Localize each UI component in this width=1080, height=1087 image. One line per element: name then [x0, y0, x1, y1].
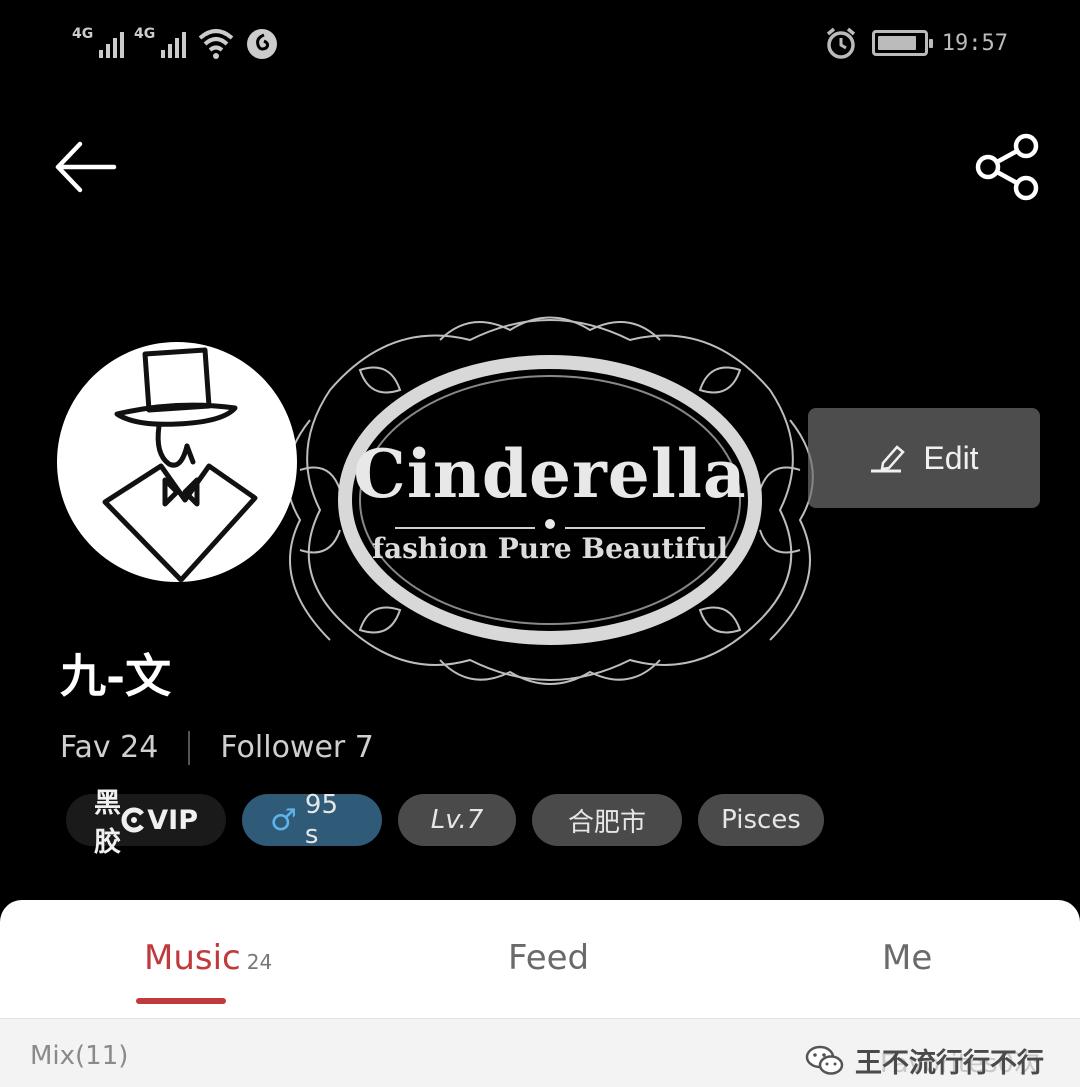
vip-mark: VIP: [121, 805, 198, 836]
gender-age-tag: ♂ 95 s: [242, 790, 382, 850]
profile-tags: 黑胶 VIP ♂ 95 s Lv.7 合肥市 Pisces: [66, 788, 824, 858]
wechat-icon: [805, 1045, 844, 1075]
pencil-icon: [871, 445, 906, 473]
banner-subtitle: fashion Pure Beautiful: [371, 532, 729, 565]
signal-2-label: 4G: [134, 26, 156, 42]
status-bar: 4G 4G 19:57: [0, 0, 1080, 90]
gentleman-hat-icon: [102, 347, 258, 582]
playlist-bar: Mix(11) Favorites0次 王不流行行不行: [0, 1018, 1080, 1087]
tab-music[interactable]: Music 24: [144, 938, 272, 978]
signal-bars-icon: [99, 32, 124, 58]
battery-icon: [871, 30, 933, 56]
fav-count[interactable]: Fav 24: [60, 730, 158, 765]
age-label: 95 s: [304, 790, 338, 850]
tab-music-label: Music: [144, 938, 241, 978]
banner-title: Cinderella: [353, 435, 747, 513]
zodiac-tag: Pisces: [698, 794, 824, 846]
signal-2: 4G: [134, 26, 186, 60]
signal-1-label: 4G: [72, 26, 94, 42]
status-left: 4G 4G: [72, 26, 278, 60]
username: 九-文: [60, 649, 172, 703]
follower-count[interactable]: Follower 7: [220, 730, 374, 765]
signal-bars-icon: [161, 32, 186, 58]
vinyl-c-icon: [121, 807, 145, 833]
profile-screen: 4G 4G 19:57 Cinderella fashion Pure Beau…: [0, 0, 1080, 1087]
vip-badge-suffix: VIP: [147, 804, 198, 836]
vip-badge[interactable]: 黑胶 VIP: [66, 788, 226, 858]
male-icon: ♂: [270, 802, 297, 838]
tab-music-count: 24: [246, 950, 273, 974]
cover-banner: Cinderella fashion Pure Beautiful: [270, 300, 830, 700]
signal-1: 4G: [72, 26, 124, 60]
tab-bar: Music 24 Feed Me: [0, 900, 1080, 1018]
status-right: 19:57: [824, 26, 1008, 60]
mix-label[interactable]: Mix(11): [30, 1041, 128, 1071]
profile-stats: Fav 24 Follower 7: [60, 730, 374, 765]
tab-me[interactable]: Me: [882, 938, 932, 978]
back-button[interactable]: [50, 132, 120, 202]
watermark-label: 王不流行行不行: [855, 1048, 1044, 1079]
avatar[interactable]: [57, 342, 297, 582]
tab-feed[interactable]: Feed: [508, 938, 589, 978]
city-tag: 合肥市: [532, 794, 682, 846]
vip-badge-label: 黑胶: [94, 788, 121, 858]
music-app-icon: [247, 29, 277, 59]
stats-divider: [188, 730, 191, 765]
arrow-left-icon: [55, 141, 117, 193]
watermark: 王不流行行不行: [805, 1041, 1044, 1080]
share-button[interactable]: [972, 132, 1042, 202]
level-tag[interactable]: Lv.7: [398, 794, 516, 846]
share-icon: [975, 133, 1039, 201]
clock: 19:57: [941, 30, 1008, 56]
edit-label: Edit: [923, 439, 979, 476]
edit-button[interactable]: Edit: [808, 408, 1040, 508]
content-panel: Music 24 Feed Me Mix(11) Favorites0次 王不流行…: [0, 900, 1080, 1087]
tab-active-indicator: [136, 998, 226, 1004]
alarm-icon: [826, 27, 855, 59]
wifi-icon: [198, 29, 234, 59]
